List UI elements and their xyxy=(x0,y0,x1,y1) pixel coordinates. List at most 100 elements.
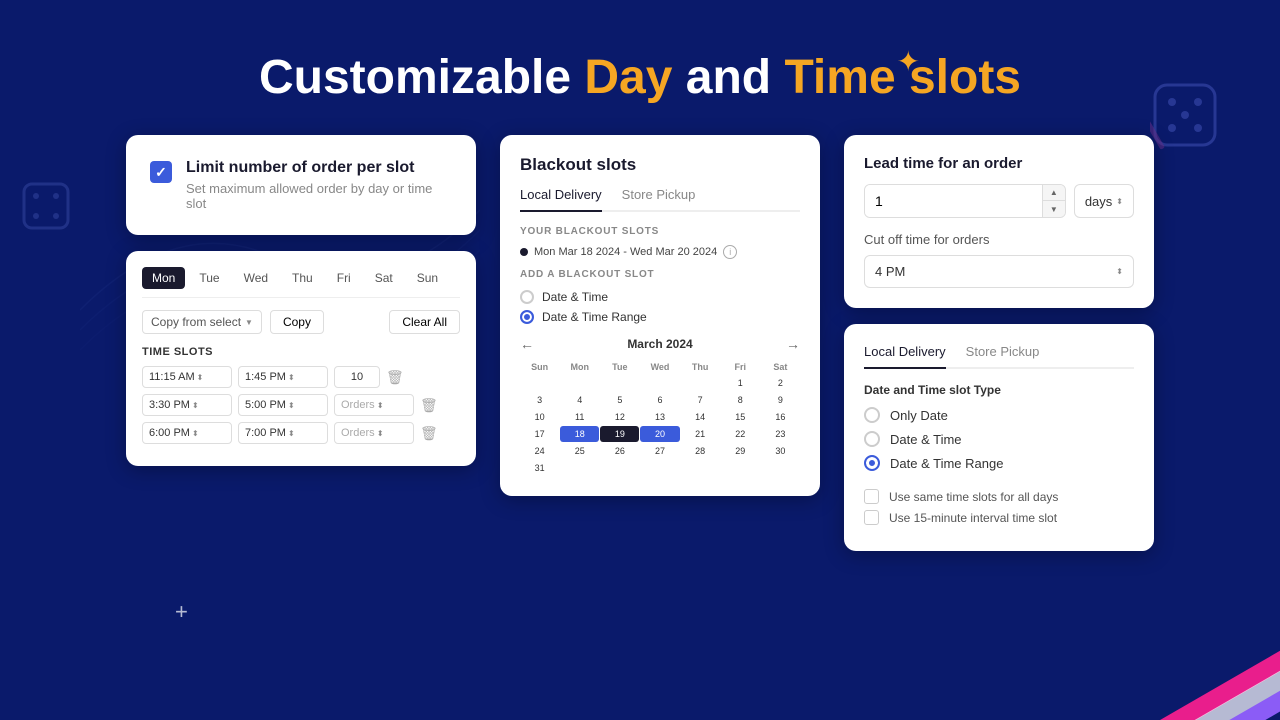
cal-day-13[interactable]: 13 xyxy=(640,409,679,425)
cal-day-5[interactable]: 5 xyxy=(600,392,639,408)
limit-checkbox[interactable] xyxy=(150,161,172,183)
cal-header-mon: Mon xyxy=(560,360,599,374)
cal-day-4[interactable]: 4 xyxy=(560,392,599,408)
checkbox-15min[interactable]: Use 15-minute interval time slot xyxy=(864,510,1134,525)
cal-day-2[interactable]: 2 xyxy=(761,375,800,391)
cal-day-1[interactable]: 1 xyxy=(721,375,760,391)
radio-only-date[interactable]: Only Date xyxy=(864,407,1134,423)
day-tab-fri[interactable]: Fri xyxy=(327,267,361,289)
cal-day-14[interactable]: 14 xyxy=(681,409,720,425)
cal-cell xyxy=(681,375,720,391)
limit-order-card: Limit number of order per slot Set maxim… xyxy=(126,135,476,235)
lead-time-unit-select[interactable]: days ⬍ xyxy=(1074,184,1134,218)
calendar: ← March 2024 → Sun Mon Tue Wed Thu Fri S… xyxy=(520,336,800,476)
lead-time-decrement[interactable]: ▼ xyxy=(1043,201,1065,217)
cal-day-3[interactable]: 3 xyxy=(520,392,559,408)
delivery-tab-local[interactable]: Local Delivery xyxy=(864,344,946,369)
delivery-type-card: Local Delivery Store Pickup Date and Tim… xyxy=(844,324,1154,551)
cal-next-button[interactable]: → xyxy=(786,336,800,352)
cal-day-16[interactable]: 16 xyxy=(761,409,800,425)
slot2-end-time[interactable]: 5:00 PM⬍ xyxy=(238,394,328,416)
lead-time-value[interactable] xyxy=(865,185,1042,217)
blackout-info-icon[interactable]: i xyxy=(723,245,737,259)
slot2-start-time[interactable]: 3:30 PM⬍ xyxy=(142,394,232,416)
cal-day-11[interactable]: 11 xyxy=(560,409,599,425)
copy-from-select[interactable]: Copy from select ▼ xyxy=(142,310,262,334)
cal-day-21[interactable]: 21 xyxy=(681,426,720,442)
slot2-delete[interactable]: 🗑 xyxy=(420,397,438,414)
cal-cell xyxy=(600,460,639,476)
slot3-end-time[interactable]: 7:00 PM⬍ xyxy=(238,422,328,444)
cal-cell xyxy=(560,375,599,391)
lead-time-unit: days xyxy=(1085,194,1112,209)
blackout-date-text: Mon Mar 18 2024 - Wed Mar 20 2024 xyxy=(534,246,717,258)
blackout-dot xyxy=(520,248,528,256)
cal-day-24[interactable]: 24 xyxy=(520,443,559,459)
copy-button[interactable]: Copy xyxy=(270,310,324,334)
delivery-tab-pickup[interactable]: Store Pickup xyxy=(966,344,1040,367)
days-nav: Mon Tue Wed Thu Fri Sat Sun xyxy=(142,267,460,298)
cal-header-fri: Fri xyxy=(721,360,760,374)
cal-day-19[interactable]: 19 xyxy=(600,426,639,442)
slot1-qty[interactable]: 10 xyxy=(334,366,380,388)
radio-date-time-range-lg[interactable]: Date & Time Range xyxy=(864,455,1134,471)
slot1-end-time[interactable]: 1:45 PM⬍ xyxy=(238,366,328,388)
day-tab-mon[interactable]: Mon xyxy=(142,267,185,289)
slot2-orders[interactable]: Orders ⬍ xyxy=(334,394,414,416)
radio-only-date-label: Only Date xyxy=(890,408,948,423)
radio-date-time-range-label-lg: Date & Time Range xyxy=(890,456,1003,471)
cal-day-17[interactable]: 17 xyxy=(520,426,559,442)
copy-from-arrow: ▼ xyxy=(245,318,253,327)
slot1-delete[interactable]: 🗑 xyxy=(386,369,404,386)
cal-day-26[interactable]: 26 xyxy=(600,443,639,459)
cal-cell xyxy=(761,460,800,476)
day-tab-wed[interactable]: Wed xyxy=(234,267,278,289)
cal-day-20[interactable]: 20 xyxy=(640,426,679,442)
radio-date-time-range[interactable]: Date & Time Range xyxy=(520,310,800,324)
blackout-tab-local-delivery[interactable]: Local Delivery xyxy=(520,187,602,212)
blackout-tab-store-pickup[interactable]: Store Pickup xyxy=(622,187,696,210)
slot1-start-time[interactable]: 11:15 AM⬍ xyxy=(142,366,232,388)
cal-month-title: March 2024 xyxy=(627,337,692,351)
cal-day-29[interactable]: 29 xyxy=(721,443,760,459)
radio-date-time-label-lg: Date & Time xyxy=(890,432,962,447)
cal-header-tue: Tue xyxy=(600,360,639,374)
radio-date-time[interactable]: Date & Time xyxy=(520,290,800,304)
cal-day-30[interactable]: 30 xyxy=(761,443,800,459)
day-tab-sat[interactable]: Sat xyxy=(365,267,403,289)
cal-day-23[interactable]: 23 xyxy=(761,426,800,442)
checkbox-same-slots[interactable]: Use same time slots for all days xyxy=(864,489,1134,504)
cal-day-28[interactable]: 28 xyxy=(681,443,720,459)
cal-day-15[interactable]: 15 xyxy=(721,409,760,425)
cal-day-25[interactable]: 25 xyxy=(560,443,599,459)
slot3-start-time[interactable]: 6:00 PM⬍ xyxy=(142,422,232,444)
cal-day-27[interactable]: 27 xyxy=(640,443,679,459)
cal-day-12[interactable]: 12 xyxy=(600,409,639,425)
cal-day-6[interactable]: 6 xyxy=(640,392,679,408)
cal-day-22[interactable]: 22 xyxy=(721,426,760,442)
day-tab-thu[interactable]: Thu xyxy=(282,267,323,289)
slot3-orders[interactable]: Orders ⬍ xyxy=(334,422,414,444)
lead-time-input-row: ▲ ▼ days ⬍ xyxy=(864,184,1134,218)
lead-time-number-input[interactable]: ▲ ▼ xyxy=(864,184,1066,218)
right-column: Lead time for an order ▲ ▼ days ⬍ Cut of… xyxy=(844,135,1154,551)
cutoff-select[interactable]: 4 PM ⬍ xyxy=(864,255,1134,288)
clear-all-button[interactable]: Clear All xyxy=(389,310,460,334)
cal-day-31[interactable]: 31 xyxy=(520,460,559,476)
checkbox-15min-label: Use 15-minute interval time slot xyxy=(889,511,1057,525)
day-tab-sun[interactable]: Sun xyxy=(407,267,448,289)
radio-date-time-lg[interactable]: Date & Time xyxy=(864,431,1134,447)
limit-text: Limit number of order per slot Set maxim… xyxy=(186,159,452,211)
lead-time-spin-btns: ▲ ▼ xyxy=(1042,185,1065,217)
cal-day-7[interactable]: 7 xyxy=(681,392,720,408)
cal-day-18[interactable]: 18 xyxy=(560,426,599,442)
cal-day-9[interactable]: 9 xyxy=(761,392,800,408)
lead-time-increment[interactable]: ▲ xyxy=(1043,185,1065,201)
crosshair-icon: + xyxy=(175,599,188,625)
cal-day-10[interactable]: 10 xyxy=(520,409,559,425)
cal-day-8[interactable]: 8 xyxy=(721,392,760,408)
calendar-grid: Sun Mon Tue Wed Thu Fri Sat 1 2 3 4 5 6 xyxy=(520,360,800,476)
cal-prev-button[interactable]: ← xyxy=(520,336,534,352)
slot3-delete[interactable]: 🗑 xyxy=(420,425,438,442)
day-tab-tue[interactable]: Tue xyxy=(189,267,229,289)
